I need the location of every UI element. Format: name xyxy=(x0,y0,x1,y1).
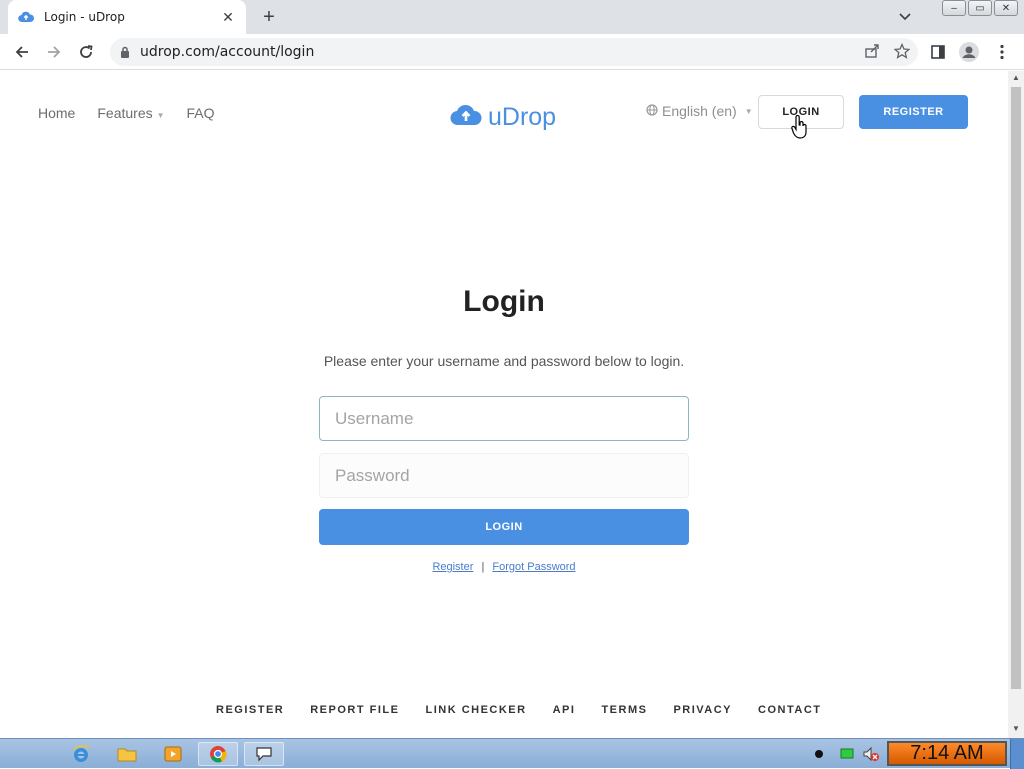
page-viewport: Home Features ▼ FAQ uDrop English (en) ▼ … xyxy=(0,71,1008,738)
chrome-taskbar-icon[interactable] xyxy=(198,742,238,766)
form-links: Register | Forgot Password xyxy=(0,561,1008,573)
footer-link-privacy[interactable]: PRIVACY xyxy=(673,704,732,716)
tab-close-icon[interactable]: ✕ xyxy=(220,9,236,25)
browser-toolbar: udrop.com/account/login xyxy=(0,34,1024,70)
language-label: English (en) xyxy=(662,103,737,119)
internet-explorer-icon[interactable] xyxy=(68,742,94,766)
window-controls: – ▭ ✕ xyxy=(942,0,1018,16)
tab-search-icon[interactable] xyxy=(896,8,914,26)
header-register-button[interactable]: REGISTER xyxy=(859,95,968,129)
record-dot-icon[interactable] xyxy=(806,742,832,766)
hand-cursor-icon xyxy=(791,114,809,144)
maximize-button[interactable]: ▭ xyxy=(968,0,992,16)
main-nav: Home Features ▼ FAQ xyxy=(38,105,215,121)
url-text: udrop.com/account/login xyxy=(140,44,315,60)
chat-taskbar-icon[interactable] xyxy=(244,742,284,766)
side-panel-icon[interactable] xyxy=(927,41,949,63)
vertical-scrollbar[interactable]: ▲ ▼ xyxy=(1008,71,1024,738)
close-window-button[interactable]: ✕ xyxy=(994,0,1018,16)
nav-home[interactable]: Home xyxy=(38,105,75,121)
chevron-down-icon: ▼ xyxy=(744,106,753,116)
udrop-favicon-icon xyxy=(18,9,34,25)
forgot-password-link[interactable]: Forgot Password xyxy=(492,561,575,573)
cloud-upload-icon xyxy=(450,103,482,132)
show-desktop-button[interactable] xyxy=(1010,739,1024,769)
minimize-button[interactable]: – xyxy=(942,0,966,16)
login-submit-button[interactable]: LOGIN xyxy=(319,509,689,545)
scrollbar-thumb[interactable] xyxy=(1011,87,1021,689)
volume-muted-icon[interactable] xyxy=(858,742,884,766)
menu-kebab-icon[interactable] xyxy=(991,41,1013,63)
footer-link-contact[interactable]: CONTACT xyxy=(758,704,821,716)
site-logo[interactable]: uDrop xyxy=(450,103,556,132)
login-instructions: Please enter your username and password … xyxy=(323,353,685,369)
globe-icon xyxy=(646,103,658,119)
taskbar: 7:14 AM xyxy=(0,738,1024,769)
new-tab-button[interactable]: + xyxy=(258,6,280,28)
register-link[interactable]: Register xyxy=(432,561,473,573)
password-input[interactable] xyxy=(319,453,689,498)
address-bar[interactable]: udrop.com/account/login xyxy=(110,38,918,66)
forward-icon[interactable] xyxy=(42,41,66,63)
logo-text: uDrop xyxy=(488,103,557,131)
username-input[interactable] xyxy=(319,396,689,441)
share-icon[interactable] xyxy=(864,43,880,64)
link-separator: | xyxy=(481,561,485,573)
scroll-down-icon[interactable]: ▼ xyxy=(1011,724,1021,734)
footer-link-link-checker[interactable]: LINK CHECKER xyxy=(425,704,526,716)
nav-features[interactable]: Features ▼ xyxy=(97,105,164,121)
profile-avatar-icon[interactable] xyxy=(958,41,980,63)
footer-link-register[interactable]: REGISTER xyxy=(216,704,284,716)
tab-title: Login - uDrop xyxy=(44,10,125,24)
nav-features-label: Features xyxy=(97,105,153,121)
footer-link-api[interactable]: API xyxy=(553,704,576,716)
bookmark-star-icon[interactable] xyxy=(893,42,911,64)
browser-tab-strip: Login - uDrop ✕ + – ▭ ✕ xyxy=(0,0,1024,34)
lock-icon[interactable] xyxy=(120,46,130,58)
footer-link-terms[interactable]: TERMS xyxy=(601,704,647,716)
folder-icon[interactable] xyxy=(114,742,140,766)
page-title: Login xyxy=(463,285,545,318)
footer-link-report-file[interactable]: REPORT FILE xyxy=(310,704,399,716)
reload-icon[interactable] xyxy=(74,41,98,63)
scroll-up-icon[interactable]: ▲ xyxy=(1011,73,1021,83)
browser-tab[interactable]: Login - uDrop ✕ xyxy=(8,0,246,34)
nav-faq[interactable]: FAQ xyxy=(187,105,215,121)
back-icon[interactable] xyxy=(10,41,34,63)
chevron-down-icon: ▼ xyxy=(156,111,165,120)
language-selector[interactable]: English (en) ▼ xyxy=(646,103,753,119)
footer-nav: REGISTER REPORT FILE LINK CHECKER API TE… xyxy=(216,704,822,716)
network-icon[interactable] xyxy=(834,742,860,766)
media-player-icon[interactable] xyxy=(160,742,186,766)
taskbar-clock[interactable]: 7:14 AM xyxy=(887,741,1007,766)
